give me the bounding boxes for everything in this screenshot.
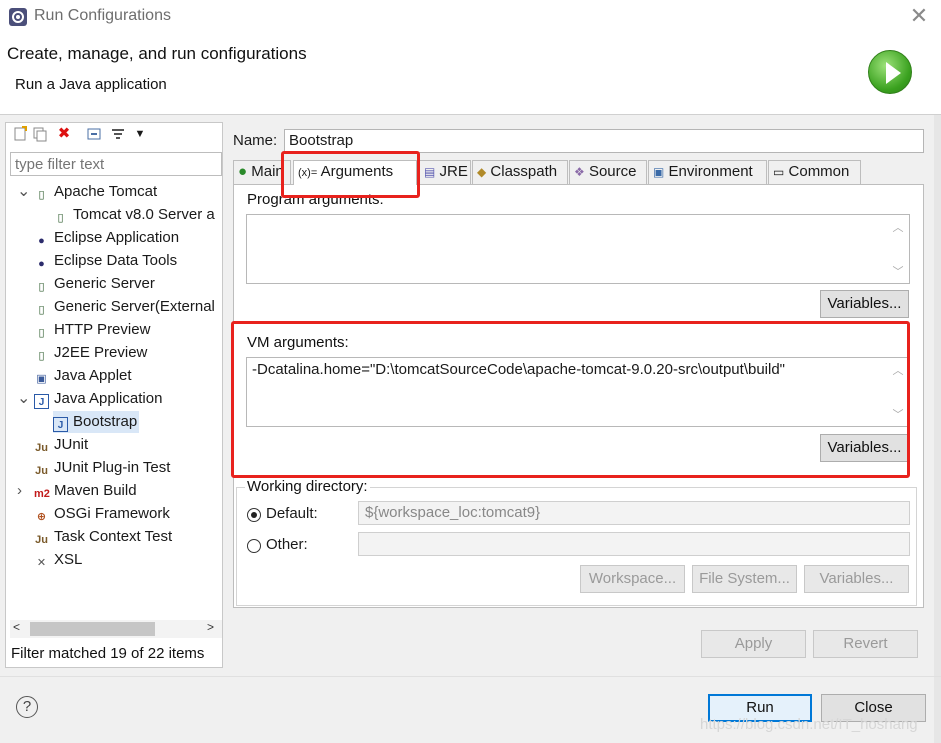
osgi-icon: ⊕ (36, 511, 47, 523)
tree-item[interactable]: ▯ Tomcat v8.0 Server a (53, 204, 215, 226)
tree-item-label: Bootstrap (73, 413, 138, 430)
tree-item[interactable]: ▯ J2EE Preview (34, 342, 147, 364)
tree-item[interactable]: ▯ HTTP Preview (34, 319, 150, 341)
tree-item[interactable]: J Bootstrap (53, 411, 140, 433)
watermark-text: https://blog.csdn.net/IT_hoshang (700, 716, 918, 733)
default-directory-field: ${workspace_loc:tomcat9} (358, 501, 910, 525)
close-icon[interactable]: ✕ (906, 4, 932, 30)
filter-status-text: Filter matched 19 of 22 items (11, 645, 205, 662)
classpath-tab-icon: ◆ (477, 165, 487, 179)
tree-item-label: JUnit (54, 436, 89, 453)
tab-arguments[interactable]: (x)= Arguments (293, 160, 417, 185)
apply-button[interactable]: Apply (701, 630, 806, 658)
expand-arrow-icon[interactable]: ⌄ (17, 181, 30, 203)
tree-item[interactable]: ▣ Java Applet (34, 365, 132, 387)
run-banner-icon (868, 50, 912, 94)
tree-item[interactable]: Ju JUnit Plug-in Test (34, 457, 170, 479)
maven-icon: m2 (34, 488, 50, 500)
tree-item-label: HTTP Preview (54, 321, 151, 338)
scroll-up-icon[interactable]: ︿ (891, 219, 905, 235)
eclipse-icon: ● (38, 235, 45, 247)
tree-item-label: Tomcat v8.0 Server a (73, 206, 215, 223)
common-tab-icon: ▭ (773, 165, 785, 179)
tree-item[interactable]: ▯ Generic Server (34, 273, 155, 295)
tree-item[interactable]: J Java Application (34, 388, 162, 410)
tree-item[interactable]: Ju Task Context Test (34, 526, 172, 548)
tree-item[interactable]: ● Eclipse Data Tools (34, 250, 177, 272)
config-name-field[interactable]: Bootstrap (284, 129, 924, 153)
tree-item-label: Maven Build (54, 482, 137, 499)
other-directory-field[interactable] (358, 532, 910, 556)
java-app-icon: J (53, 417, 68, 432)
workspace-button[interactable]: Workspace... (580, 565, 685, 593)
junit-icon: Ju (35, 442, 48, 454)
applet-icon: ▣ (36, 373, 47, 385)
tab-jre[interactable]: ▤ JRE (419, 160, 471, 184)
collapse-arrow-icon[interactable]: › (17, 480, 29, 502)
file-system-button[interactable]: File System... (692, 565, 797, 593)
server-icon: ▯ (38, 281, 45, 293)
tree-item-label: Generic Server(External (54, 298, 215, 315)
tab-source[interactable]: ❖ Source (569, 160, 647, 184)
tab-environment[interactable]: ▣ Environment (648, 160, 767, 184)
tree-item[interactable]: ▯ Apache Tomcat (34, 181, 157, 203)
other-radio[interactable] (247, 539, 261, 553)
tree-item[interactable]: ⊕ OSGi Framework (34, 503, 170, 525)
server-icon: ▯ (38, 304, 45, 316)
tab-classpath[interactable]: ◆ Classpath (472, 160, 568, 184)
java-app-icon: J (34, 394, 49, 409)
expand-arrow-icon[interactable]: ⌄ (17, 388, 30, 410)
tree-item[interactable]: ▯ Generic Server(External (34, 296, 215, 318)
default-radio[interactable] (247, 508, 261, 522)
scroll-down-icon[interactable]: ﹀ (891, 263, 905, 279)
name-label: Name: (233, 132, 278, 149)
junit-icon: Ju (35, 534, 48, 546)
server-icon: ▯ (38, 350, 45, 362)
tree-item[interactable]: m2 Maven Build (34, 480, 137, 502)
footer-divider (0, 676, 941, 677)
xsl-icon: ✕ (36, 557, 47, 569)
arguments-tab-icon: (x)= (298, 167, 318, 179)
tree-item-label: OSGi Framework (54, 505, 170, 522)
other-label: Other: (266, 536, 308, 553)
tree-item-label: XSL (54, 551, 83, 568)
server-icon: ▯ (38, 327, 45, 339)
scroll-left-icon[interactable]: < (13, 620, 20, 634)
source-tab-icon: ❖ (574, 165, 585, 179)
program-variables-button[interactable]: Variables... (820, 290, 909, 318)
environment-tab-icon: ▣ (653, 165, 665, 179)
tree-scrollbar-thumb[interactable] (30, 622, 155, 636)
program-arguments-textarea[interactable] (246, 214, 910, 284)
default-label: Default: (266, 505, 318, 522)
help-icon[interactable]: ? (16, 696, 38, 718)
tab-common[interactable]: ▭ Common (768, 160, 861, 184)
scroll-right-icon[interactable]: > (207, 620, 214, 634)
config-tree: ▯ Apache Tomcat ⌄ ▯ Tomcat v8.0 Server a ● Ecl… (0, 0, 222, 618)
working-variables-button[interactable]: Variables... (804, 565, 909, 593)
tree-item-label: Eclipse Data Tools (54, 252, 178, 269)
junit-plugin-icon: Ju (35, 465, 48, 477)
tomcat-icon: ▯ (38, 189, 45, 201)
jre-tab-icon: ▤ (424, 165, 436, 179)
working-directory-label: Working directory: (245, 478, 370, 495)
tree-item-label: J2EE Preview (54, 344, 148, 361)
revert-button[interactable]: Revert (813, 630, 918, 658)
tree-item[interactable]: ● Eclipse Application (34, 227, 179, 249)
datatools-icon: ● (38, 258, 45, 270)
tree-item-label: Java Application (54, 390, 163, 407)
tree-item-label: Generic Server (54, 275, 155, 292)
tree-item[interactable]: ✕ XSL (34, 549, 82, 571)
tree-item[interactable]: Ju JUnit (34, 434, 88, 456)
tree-item-label: JUnit Plug-in Test (54, 459, 171, 476)
tree-item-label: Eclipse Application (54, 229, 180, 246)
main-tab-icon: ● (238, 163, 248, 180)
server-icon: ▯ (57, 212, 64, 224)
vm-arguments-highlight (231, 321, 910, 478)
tree-item-label: Java Applet (54, 367, 132, 384)
tree-item-label: Apache Tomcat (54, 183, 158, 200)
window-edge (934, 115, 941, 743)
tree-item-label: Task Context Test (54, 528, 173, 545)
